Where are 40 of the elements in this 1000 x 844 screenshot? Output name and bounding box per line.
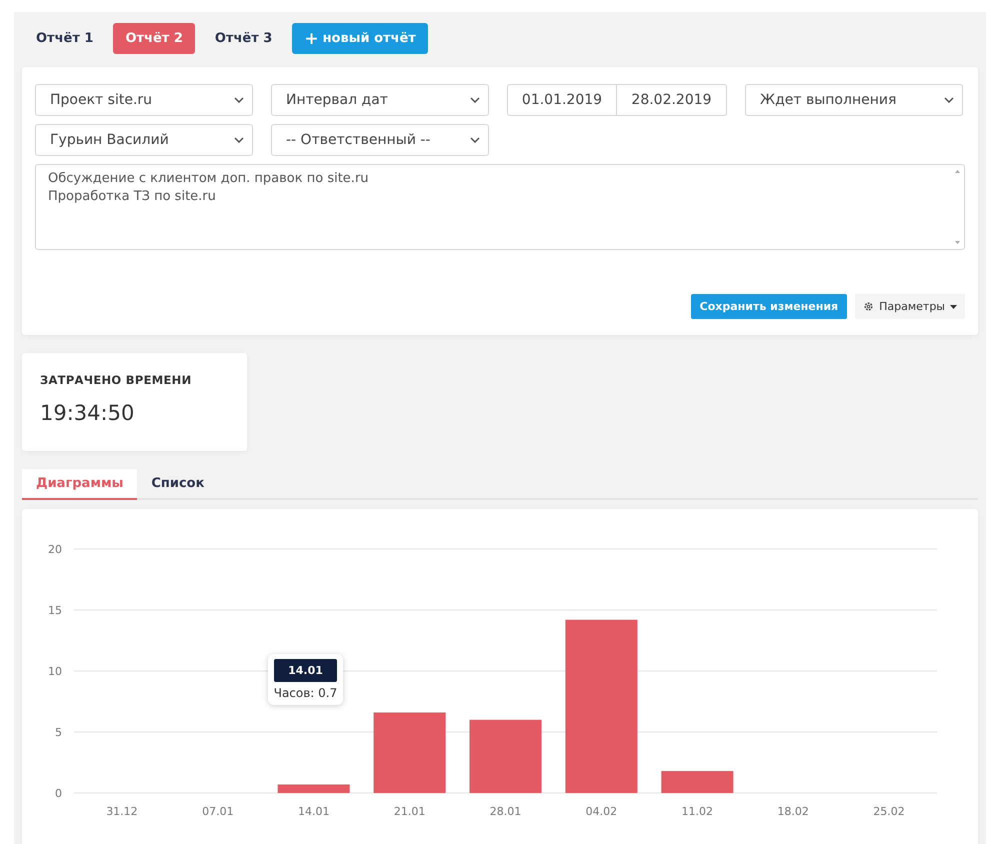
view-tab[interactable]: Список — [137, 469, 218, 500]
date-from-field[interactable]: 01.01.2019 — [507, 84, 617, 116]
y-axis-label: 20 — [48, 543, 62, 556]
chevron-down-icon — [470, 137, 480, 143]
y-axis-label: 5 — [55, 726, 62, 739]
x-axis-label: 11.02 — [682, 805, 714, 818]
report-tab[interactable]: Отчёт 3 — [202, 23, 284, 54]
notes-textarea[interactable]: Обсуждение с клиентом доп. правок по site.ru Проработка ТЗ по site.ru — [35, 164, 965, 250]
gear-icon — [863, 301, 874, 312]
bar[interactable] — [278, 784, 350, 793]
time-spent-value: 19:34:50 — [40, 401, 136, 425]
responsible-select[interactable]: -- Ответственный -- — [271, 124, 489, 156]
tooltip-text: Часов: 0.7 — [274, 686, 338, 700]
x-axis-label: 31.12 — [106, 805, 138, 818]
chevron-down-icon — [944, 97, 954, 103]
view-tab[interactable]: Диаграммы — [22, 469, 138, 500]
x-axis-label: 18.02 — [777, 805, 809, 818]
caret-icon — [950, 304, 957, 308]
time-spent-title: ЗАТРАЧЕНО ВРЕМЕНИ — [40, 373, 192, 387]
tooltip-title: 14.01 — [274, 658, 338, 682]
project-select[interactable]: Проект site.ru — [35, 84, 253, 116]
person-select[interactable]: Гурьин Василий — [35, 124, 253, 156]
status-select[interactable]: Ждет выполнения — [745, 84, 963, 116]
parameters-button[interactable]: Параметры — [855, 294, 965, 319]
x-axis-label: 04.02 — [586, 805, 618, 818]
report-tab[interactable]: Отчёт 2 — [113, 23, 195, 54]
x-axis-label: 25.02 — [873, 805, 905, 818]
interval-select[interactable]: Интервал дат — [271, 84, 489, 116]
chevron-down-icon — [234, 97, 244, 103]
y-axis-label: 15 — [48, 604, 62, 617]
y-axis-label: 0 — [55, 787, 62, 800]
y-axis-label: 10 — [48, 665, 62, 678]
report-tab[interactable]: Отчёт 1 — [24, 23, 106, 54]
chevron-down-icon — [234, 137, 244, 143]
x-axis-label: 07.01 — [202, 805, 234, 818]
x-axis-label: 28.01 — [490, 805, 522, 818]
chevron-down-icon — [470, 97, 480, 103]
x-axis-label: 14.01 — [298, 805, 330, 818]
x-axis-label: 21.01 — [394, 805, 426, 818]
date-to-field[interactable]: 28.02.2019 — [617, 84, 727, 116]
